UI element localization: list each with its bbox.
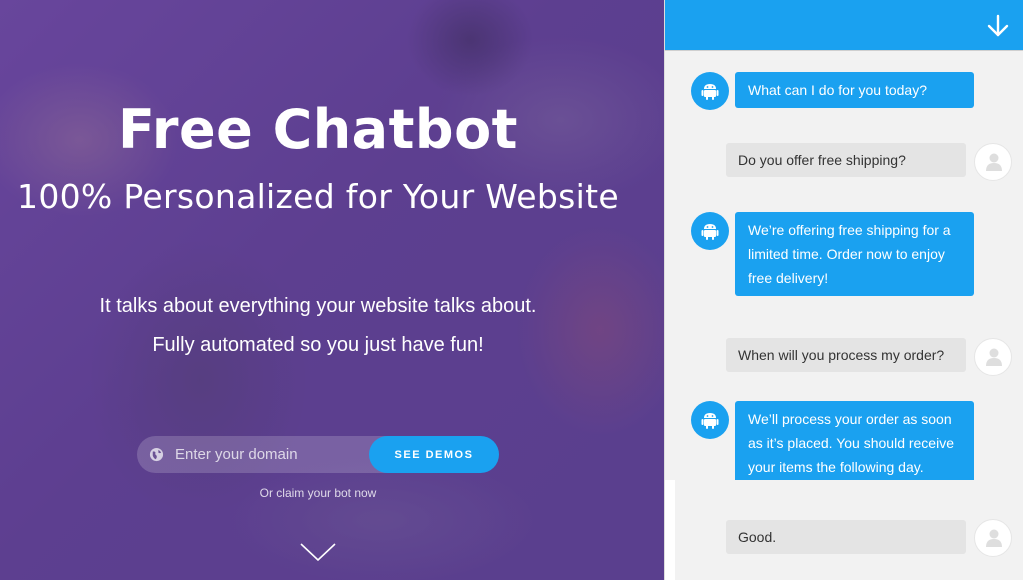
hero-section: Free Chatbot 100% Personalized for Your …: [0, 0, 664, 580]
bot-avatar: [691, 401, 729, 439]
globe-icon: [149, 447, 164, 462]
user-icon: [986, 153, 1002, 171]
hero-title: Free Chatbot: [117, 98, 518, 161]
user-message: When will you process my order?: [726, 338, 966, 372]
chat-widget: What can I do for you today? Do you offe…: [664, 0, 1023, 580]
see-demos-button[interactable]: SEE DEMOS: [369, 436, 499, 473]
user-icon: [986, 529, 1002, 547]
chat-messages: What can I do for you today? Do you offe…: [665, 51, 1023, 485]
chevron-down-icon[interactable]: [300, 543, 336, 561]
user-avatar: [974, 143, 1012, 181]
user-avatar: [974, 338, 1012, 376]
android-icon: [701, 84, 719, 100]
arrow-down-icon[interactable]: [986, 14, 1010, 38]
bot-message: We’ll process your order as soon as it’s…: [735, 401, 974, 485]
user-icon: [986, 348, 1002, 366]
bot-message: We’re offering free shipping for a limit…: [735, 212, 974, 296]
hero-description-line-1: It talks about everything your website t…: [99, 295, 537, 317]
user-message: Do you offer free shipping?: [726, 143, 966, 177]
android-icon: [701, 224, 719, 240]
chat-header: [665, 0, 1023, 51]
hero-description-line-2: Fully automated so you just have fun!: [152, 334, 484, 356]
domain-form: SEE DEMOS: [137, 436, 499, 473]
hero-subtitle: 100% Personalized for Your Website: [17, 177, 619, 216]
user-message: Good.: [726, 520, 966, 554]
domain-input[interactable]: [175, 436, 375, 473]
user-avatar: [974, 519, 1012, 557]
domain-input-wrapper: [137, 436, 387, 473]
android-icon: [701, 413, 719, 429]
bot-avatar: [691, 72, 729, 110]
chat-messages-continued: Good.: [675, 480, 1023, 580]
claim-bot-link[interactable]: Or claim your bot now: [0, 486, 636, 500]
bot-avatar: [691, 212, 729, 250]
bot-message: What can I do for you today?: [735, 72, 974, 108]
